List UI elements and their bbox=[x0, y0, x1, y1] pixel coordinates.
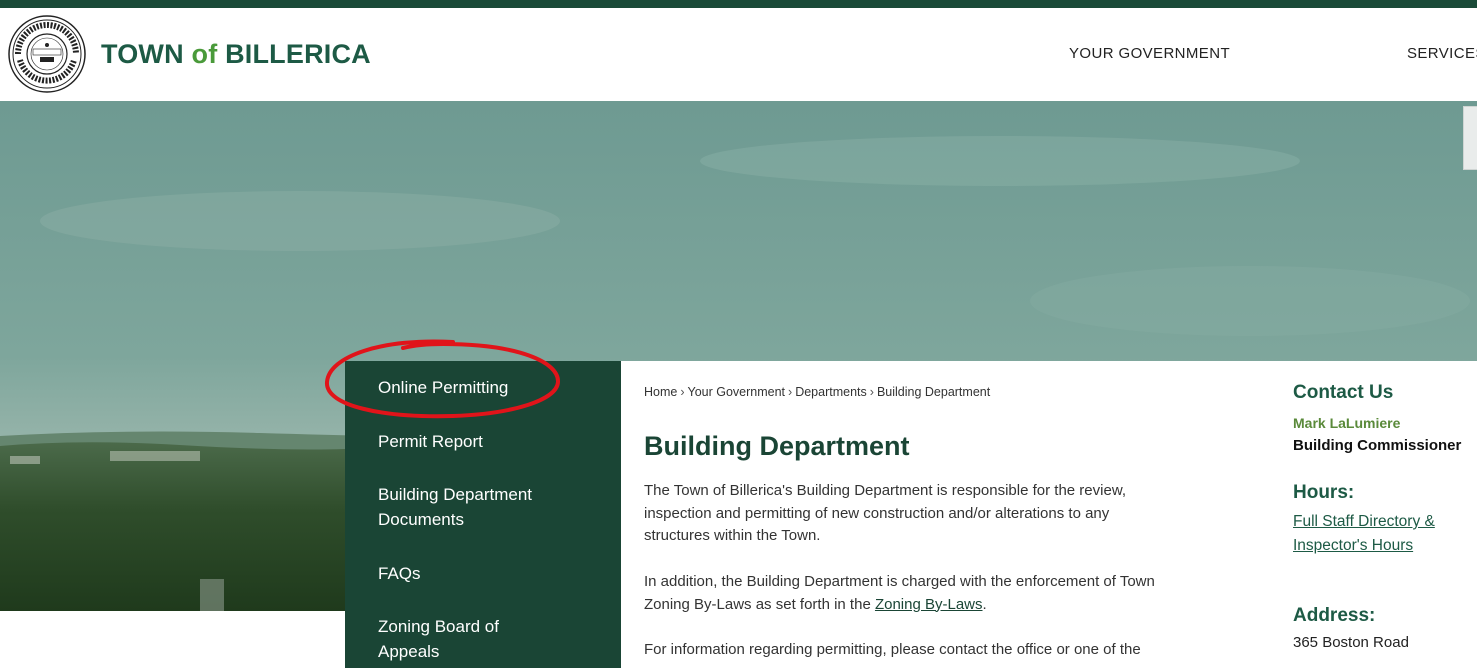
intro-paragraph: The Town of Billerica's Building Departm… bbox=[644, 480, 1244, 548]
zoning-paragraph: In addition, the Building Department is … bbox=[644, 571, 1244, 616]
nav-services[interactable]: SERVICES bbox=[1407, 45, 1477, 62]
breadcrumb-departments[interactable]: Departments bbox=[795, 385, 867, 399]
site-title-of: of bbox=[191, 39, 218, 69]
side-menu-building-documents[interactable]: Building Department Documents bbox=[378, 482, 532, 532]
permitting-info-line: For information regarding permitting, pl… bbox=[644, 641, 1141, 658]
red-annotation-circle bbox=[325, 339, 561, 419]
contact-name[interactable]: Mark LaLumiere bbox=[1293, 415, 1400, 431]
side-menu-zoning-board[interactable]: Zoning Board of Appeals bbox=[378, 614, 499, 664]
site-title-town: TOWN bbox=[101, 39, 184, 69]
intro-line: The Town of Billerica's Building Departm… bbox=[644, 482, 1126, 499]
zoning-line-1: In addition, the Building Department is … bbox=[644, 573, 1155, 590]
side-menu-permit-report[interactable]: Permit Report bbox=[378, 429, 483, 454]
intro-line: inspection and permitting of new constru… bbox=[644, 504, 1110, 522]
hours-heading: Hours: bbox=[1293, 482, 1355, 503]
permitting-info-paragraph: For information regarding permitting, pl… bbox=[644, 639, 1244, 662]
breadcrumb-separator: › bbox=[869, 385, 874, 399]
town-seal-logo[interactable] bbox=[8, 15, 86, 93]
breadcrumb-building-department[interactable]: Building Department bbox=[877, 385, 990, 399]
breadcrumb: Home › Your Government › Departments › Buildin… bbox=[644, 385, 990, 399]
side-menu-zoning-board-line1: Zoning Board of bbox=[378, 617, 499, 636]
side-menu-zoning-board-line2: Appeals bbox=[378, 642, 440, 661]
breadcrumb-your-government[interactable]: Your Government bbox=[688, 385, 786, 399]
side-scroll-tab[interactable] bbox=[1463, 106, 1477, 170]
zoning-line-2: Zoning By-Laws as set forth in the Zonin… bbox=[644, 594, 1244, 617]
address-line: 365 Boston Road bbox=[1293, 634, 1409, 651]
top-accent-bar bbox=[0, 0, 1477, 8]
breadcrumb-separator: › bbox=[788, 385, 793, 399]
breadcrumb-home[interactable]: Home bbox=[644, 385, 677, 399]
contact-us-heading: Contact Us bbox=[1293, 382, 1394, 403]
staff-directory-link[interactable]: Full Staff Directory & Inspector's Hours bbox=[1293, 510, 1473, 558]
address-heading: Address: bbox=[1293, 605, 1376, 626]
contact-role: Building Commissioner bbox=[1293, 437, 1462, 454]
site-title-billerica: BILLERICA bbox=[225, 39, 371, 69]
site-title[interactable]: TOWN of BILLERICA bbox=[101, 39, 371, 70]
zoning-bylaws-link[interactable]: Zoning By-Laws bbox=[875, 596, 983, 613]
site-header: TOWN of BILLERICA YOUR GOVERNMENT SERVIC… bbox=[0, 8, 1477, 101]
nav-your-government[interactable]: YOUR GOVERNMENT bbox=[1069, 45, 1230, 62]
side-menu-faqs[interactable]: FAQs bbox=[378, 561, 421, 586]
zoning-line-2-pre: Zoning By-Laws as set forth in the bbox=[644, 595, 875, 613]
staff-directory-link-line1: Full Staff Directory & bbox=[1293, 513, 1435, 530]
zoning-line-2-post: . bbox=[982, 595, 987, 613]
staff-directory-link-line2: Inspector's Hours bbox=[1293, 537, 1414, 554]
side-menu-building-documents-line2: Documents bbox=[378, 510, 464, 529]
page-title: Building Department bbox=[644, 431, 910, 461]
intro-line: structures within the Town. bbox=[644, 527, 821, 544]
breadcrumb-separator: › bbox=[680, 385, 685, 399]
side-menu-building-documents-line1: Building Department bbox=[378, 485, 533, 504]
